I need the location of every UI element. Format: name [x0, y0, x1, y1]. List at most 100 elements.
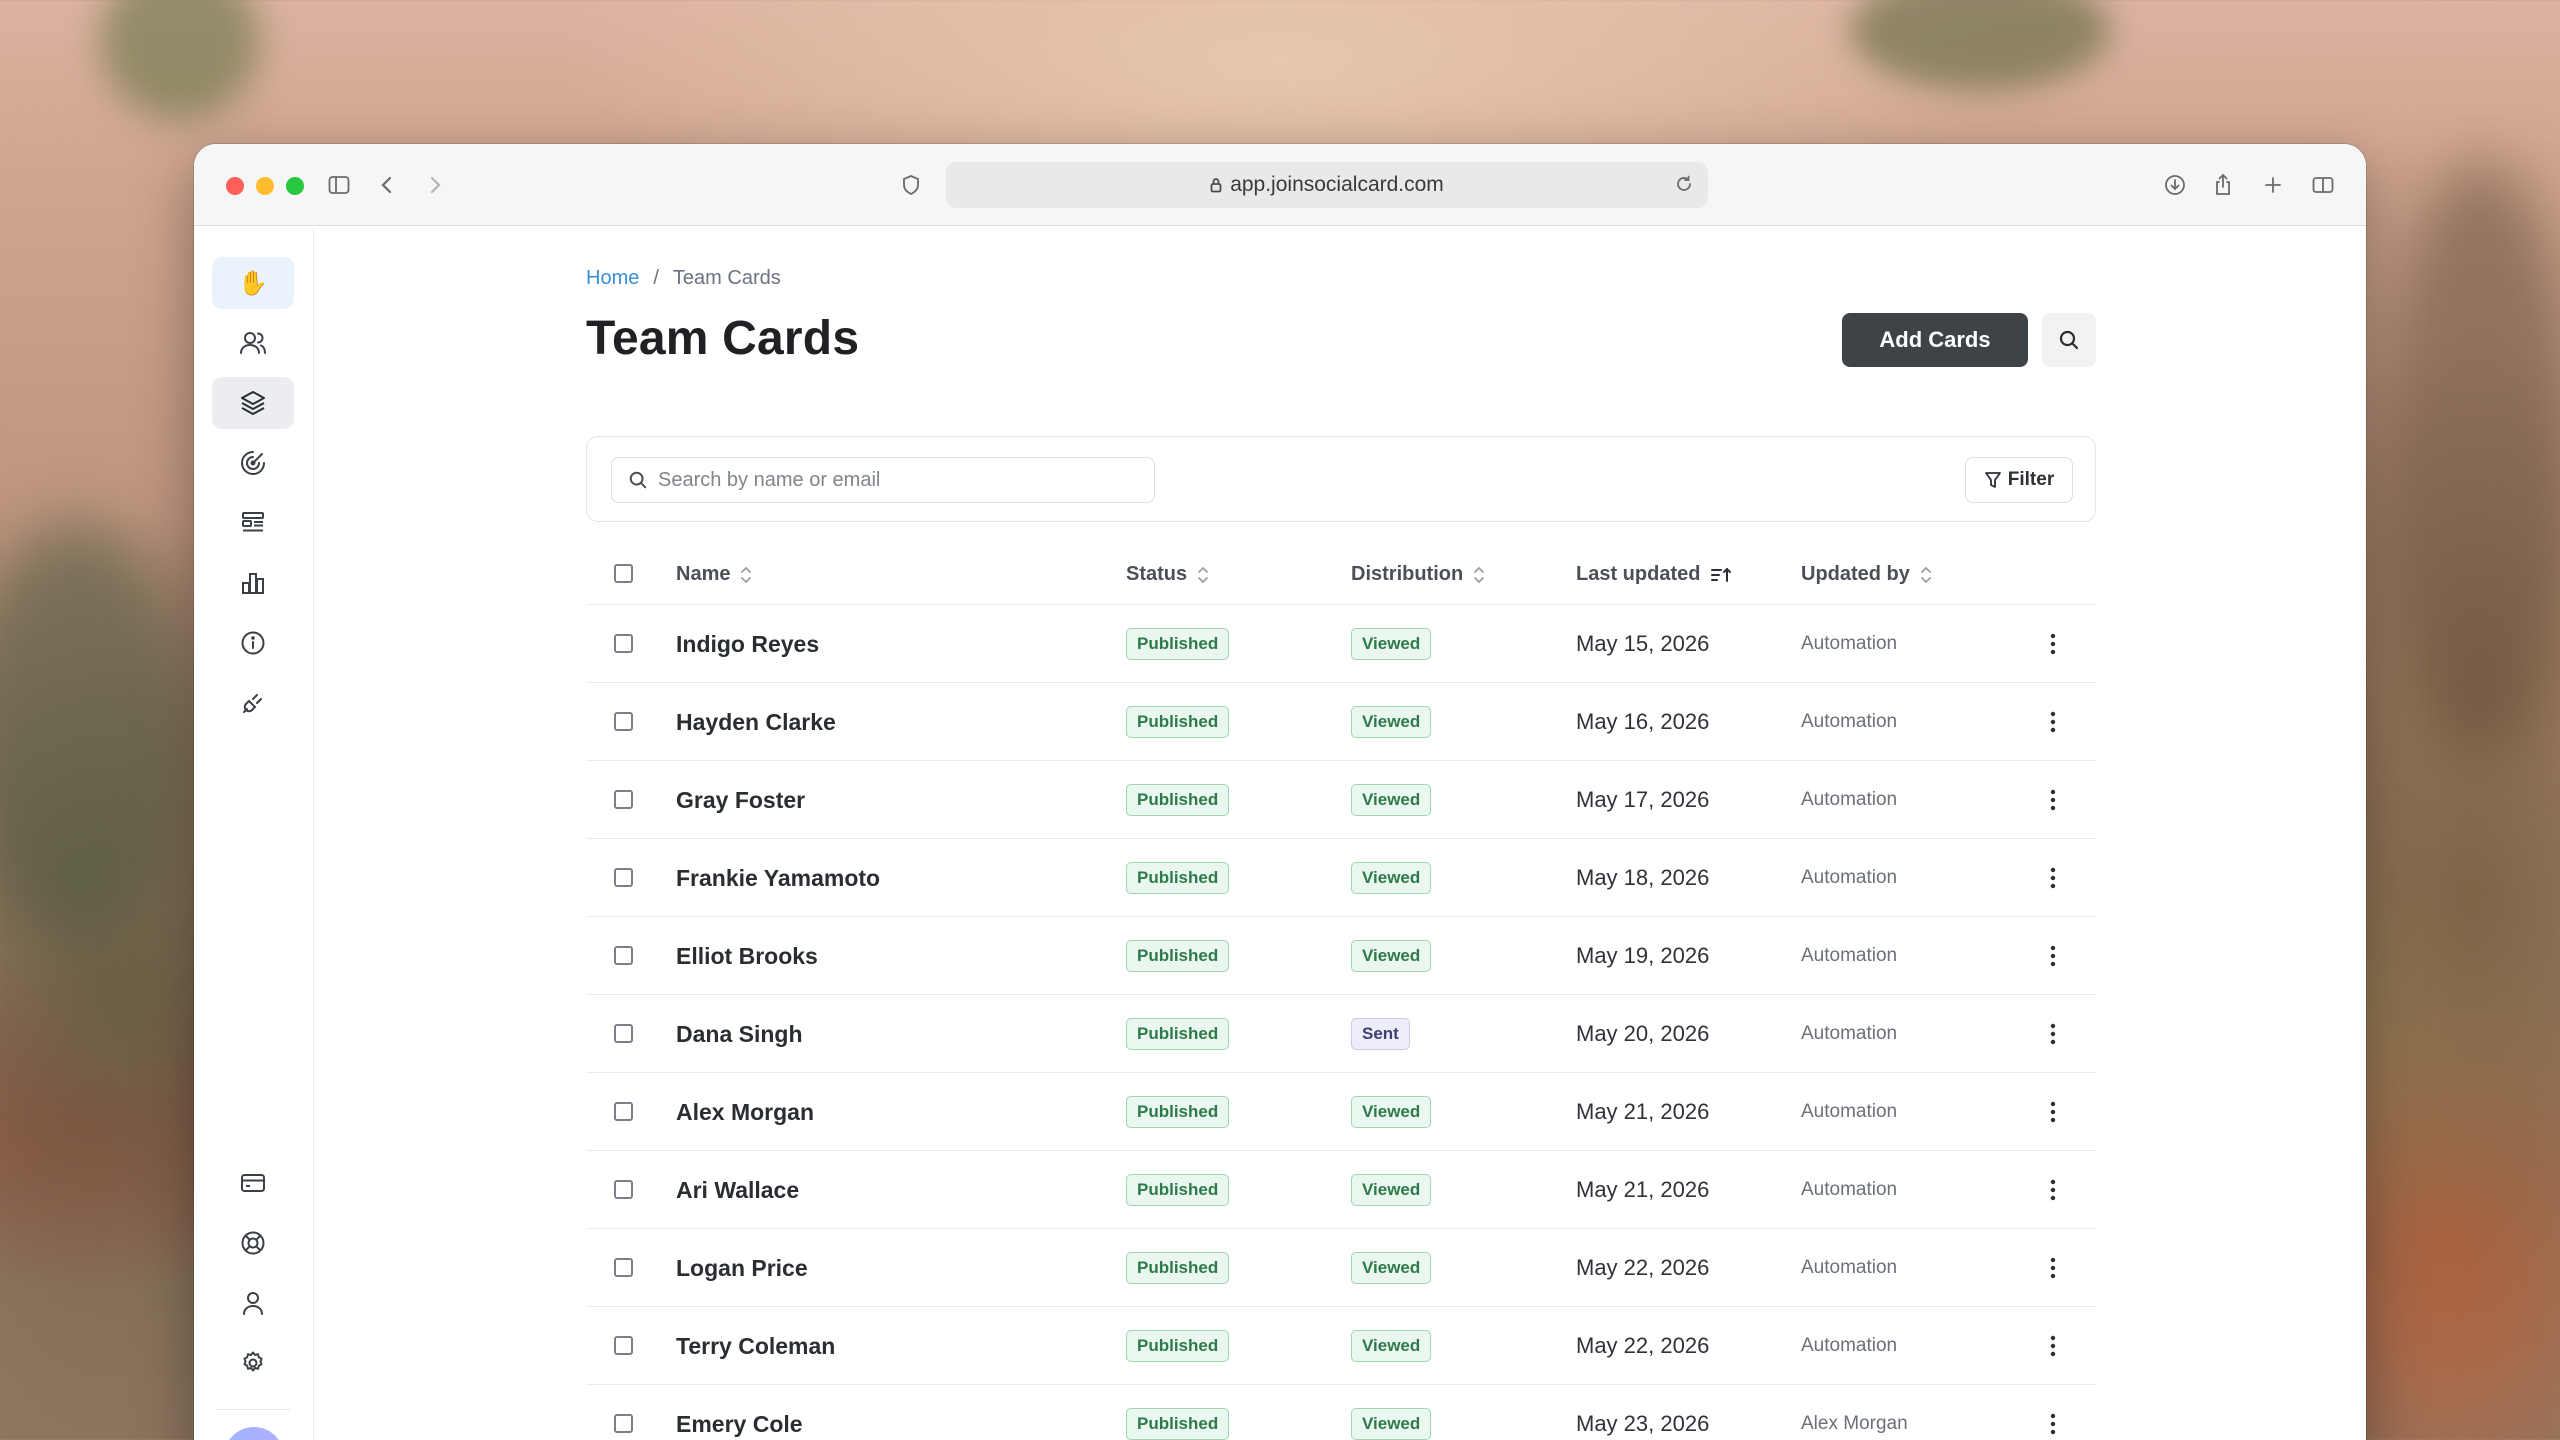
table-row[interactable]: Hayden Clarke Published Viewed May 16, 2… — [586, 683, 2096, 761]
maximize-window-button[interactable] — [286, 177, 304, 195]
header-search-button[interactable] — [2042, 313, 2096, 367]
column-header-name[interactable]: Name — [676, 563, 752, 586]
minimize-window-button[interactable] — [256, 177, 274, 195]
page-title: Team Cards — [586, 312, 860, 365]
forward-icon[interactable] — [420, 170, 450, 200]
lock-icon — [1210, 177, 1222, 193]
row-actions-button[interactable] — [2050, 839, 2056, 917]
select-all-checkbox[interactable] — [614, 564, 633, 583]
address-bar[interactable]: app.joinsocialcard.com — [946, 162, 1708, 208]
main-content: Home / Team Cards Team Cards Add Cards F… — [314, 227, 2366, 1440]
row-updated-by: Automation — [1801, 1335, 1898, 1356]
row-checkbox[interactable] — [614, 1414, 633, 1433]
table-row[interactable]: Elliot Brooks Published Viewed May 19, 2… — [586, 917, 2096, 995]
row-checkbox[interactable] — [614, 1102, 633, 1121]
sidebar-item-templates[interactable] — [212, 497, 294, 549]
row-actions-button[interactable] — [2050, 1073, 2056, 1151]
row-actions-button[interactable] — [2050, 1229, 2056, 1307]
row-checkbox[interactable] — [614, 790, 633, 809]
row-actions-button[interactable] — [2050, 1151, 2056, 1229]
avatar[interactable] — [224, 1427, 284, 1440]
row-name[interactable]: Terry Coleman — [676, 1307, 835, 1385]
table-row[interactable]: Ari Wallace Published Viewed May 21, 202… — [586, 1151, 2096, 1229]
tab-overview-icon[interactable] — [2308, 170, 2338, 200]
row-actions-button[interactable] — [2050, 995, 2056, 1073]
row-name[interactable]: Alex Morgan — [676, 1073, 814, 1151]
sidebar-item-profile[interactable] — [212, 1277, 294, 1329]
row-name[interactable]: Hayden Clarke — [676, 683, 836, 761]
status-cell: Published — [1126, 1073, 1230, 1151]
row-checkbox[interactable] — [614, 946, 633, 965]
table-row[interactable]: Terry Coleman Published Viewed May 22, 2… — [586, 1307, 2096, 1385]
table-row[interactable]: Alex Morgan Published Viewed May 21, 202… — [586, 1073, 2096, 1151]
column-header-last-updated[interactable]: Last updated — [1576, 563, 1732, 586]
breadcrumb-current: Team Cards — [672, 267, 781, 289]
row-name[interactable]: Elliot Brooks — [676, 917, 818, 995]
table-row[interactable]: Emery Cole Published Viewed May 23, 2026… — [586, 1385, 2096, 1440]
more-vertical-icon — [2050, 633, 2056, 655]
row-actions-button[interactable] — [2050, 1307, 2056, 1385]
sidebar-toggle-icon[interactable] — [324, 170, 354, 200]
column-header-updated-by[interactable]: Updated by — [1801, 563, 1932, 586]
back-icon[interactable] — [372, 170, 402, 200]
distribution-cell: Viewed — [1351, 839, 1432, 917]
sidebar-item-home[interactable]: ✋ — [212, 257, 294, 309]
row-name[interactable]: Gray Foster — [676, 761, 805, 839]
row-checkbox[interactable] — [614, 1336, 633, 1355]
sidebar-item-people[interactable] — [212, 317, 294, 369]
table-row[interactable]: Logan Price Published Viewed May 22, 202… — [586, 1229, 2096, 1307]
row-checkbox[interactable] — [614, 1258, 633, 1277]
row-checkbox[interactable] — [614, 1180, 633, 1199]
download-icon[interactable] — [2160, 170, 2190, 200]
status-cell: Published — [1126, 995, 1230, 1073]
breadcrumb-home-link[interactable]: Home — [586, 267, 639, 290]
row-name[interactable]: Indigo Reyes — [676, 605, 819, 683]
table-row[interactable]: Frankie Yamamoto Published Viewed May 18… — [586, 839, 2096, 917]
table-row[interactable]: Indigo Reyes Published Viewed May 15, 20… — [586, 605, 2096, 683]
sidebar-item-info[interactable] — [212, 617, 294, 669]
row-actions-button[interactable] — [2050, 1385, 2056, 1440]
row-actions-button[interactable] — [2050, 761, 2056, 839]
row-checkbox[interactable] — [614, 712, 633, 731]
shield-icon[interactable] — [896, 170, 926, 200]
row-checkbox[interactable] — [614, 634, 633, 653]
status-badge: Published — [1126, 628, 1230, 660]
search-input[interactable] — [658, 468, 1138, 492]
row-name[interactable]: Frankie Yamamoto — [676, 839, 880, 917]
sidebar-item-billing[interactable] — [212, 1157, 294, 1209]
sidebar-item-support[interactable] — [212, 1217, 294, 1269]
info-icon — [241, 631, 265, 655]
sidebar-item-settings[interactable] — [212, 1337, 294, 1389]
column-header-status[interactable]: Status — [1126, 563, 1209, 586]
distribution-badge: Viewed — [1351, 628, 1432, 660]
row-name[interactable]: Logan Price — [676, 1229, 808, 1307]
close-window-button[interactable] — [226, 177, 244, 195]
add-cards-button[interactable]: Add Cards — [1842, 313, 2028, 367]
table-row[interactable]: Gray Foster Published Viewed May 17, 202… — [586, 761, 2096, 839]
row-last-updated: May 23, 2026 — [1576, 1411, 1710, 1436]
row-actions-button[interactable] — [2050, 917, 2056, 995]
table-row[interactable]: Dana Singh Published Sent May 20, 2026 A… — [586, 995, 2096, 1073]
new-tab-icon[interactable] — [2258, 170, 2288, 200]
row-actions-button[interactable] — [2050, 605, 2056, 683]
reload-icon[interactable] — [1674, 174, 1694, 194]
credit-card-icon — [241, 1174, 265, 1192]
column-header-distribution[interactable]: Distribution — [1351, 563, 1485, 586]
row-name[interactable]: Emery Cole — [676, 1385, 803, 1440]
share-icon[interactable] — [2208, 170, 2238, 200]
more-vertical-icon — [2050, 711, 2056, 733]
row-updated-by: Alex Morgan — [1801, 1413, 1908, 1434]
sidebar-item-analytics[interactable] — [212, 557, 294, 609]
status-badge: Published — [1126, 784, 1230, 816]
row-checkbox[interactable] — [614, 1024, 633, 1043]
sidebar-item-tracking[interactable] — [212, 437, 294, 489]
waving-hand-icon: ✋ — [238, 269, 268, 297]
row-actions-button[interactable] — [2050, 683, 2056, 761]
row-name[interactable]: Ari Wallace — [676, 1151, 799, 1229]
row-checkbox[interactable] — [614, 868, 633, 887]
sidebar-item-cards[interactable] — [212, 377, 294, 429]
status-cell: Published — [1126, 683, 1230, 761]
filter-button[interactable]: Filter — [1965, 457, 2073, 503]
sidebar-item-integrations[interactable] — [212, 677, 294, 729]
row-name[interactable]: Dana Singh — [676, 995, 803, 1073]
